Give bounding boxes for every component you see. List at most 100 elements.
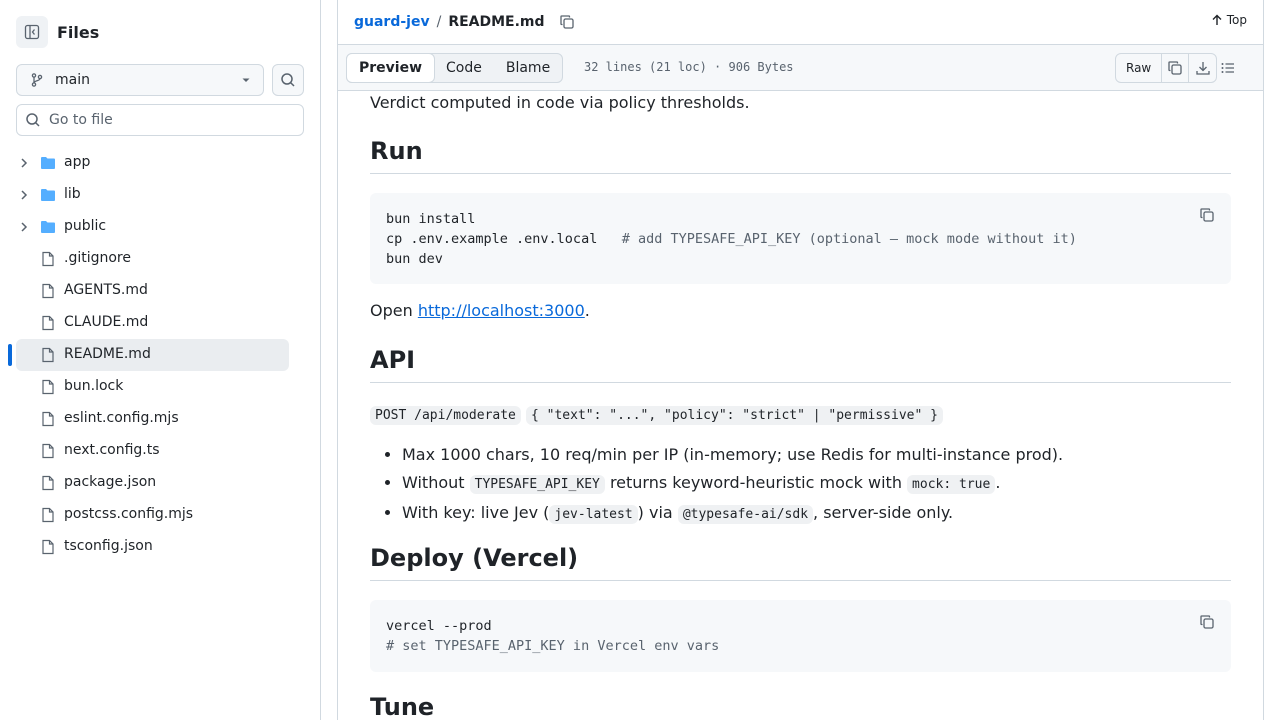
code-line: vercel --prod [386, 618, 492, 634]
heading-deploy: Deploy (Vercel) [370, 544, 1231, 581]
go-to-file-placeholder: Go to file [49, 112, 113, 128]
chevron-right-icon[interactable] [18, 189, 30, 201]
search-icon [26, 113, 40, 127]
copy-code-button[interactable] [1199, 207, 1215, 229]
top-label: Top [1226, 13, 1247, 27]
inline-code: @typesafe-ai/sdk [677, 505, 814, 524]
file-meta: 32 lines (21 loc) · 906 Bytes [584, 60, 794, 74]
file-icon [42, 251, 54, 267]
tab-blame[interactable]: Blame [494, 54, 562, 82]
sidebar-collapse-icon [24, 24, 40, 40]
active-item-indicator [8, 344, 12, 366]
file-header: guard-jev / README.md Top [338, 0, 1263, 44]
search-icon [281, 73, 295, 87]
tree-item-next-config[interactable]: next.config.ts [0, 435, 320, 467]
folder-icon [41, 157, 55, 169]
tree-item-tsconfig[interactable]: tsconfig.json [0, 531, 320, 563]
tab-code[interactable]: Code [434, 54, 494, 82]
heading-tune: Tune [370, 693, 1231, 720]
caret-down-icon [242, 78, 250, 82]
breadcrumb-repo-link[interactable]: guard-jev [354, 14, 430, 30]
tree-item-readme-md[interactable]: README.md [0, 339, 320, 371]
sidebar-title: Files [57, 22, 100, 42]
tree-item-app[interactable]: app [0, 147, 320, 179]
tree-item-label: package.json [64, 474, 157, 490]
branch-name: main [55, 72, 90, 88]
go-to-file-input[interactable]: Go to file [16, 104, 304, 136]
tree-item-label: public [64, 218, 107, 234]
file-icon [42, 347, 54, 363]
text: returns keyword-heuristic mock with [604, 473, 908, 492]
search-files-button[interactable] [272, 64, 304, 96]
download-button[interactable] [1189, 54, 1216, 82]
top-button[interactable]: Top [1211, 13, 1247, 27]
copy-path-button[interactable] [559, 14, 575, 30]
inline-code: mock: true [907, 475, 996, 494]
inline-code: jev-latest [549, 505, 638, 524]
file-toolbar: Preview Code Blame 32 lines (21 loc) · 9… [338, 44, 1263, 91]
chevron-right-icon[interactable] [18, 221, 30, 233]
file-icon [42, 539, 54, 555]
raw-button[interactable]: Raw [1116, 54, 1163, 82]
sidebar-header: Files [16, 16, 99, 48]
file-sidebar: Files main Go to file app lib public .gi… [0, 0, 321, 720]
open-prefix: Open [370, 301, 418, 320]
file-icon [42, 411, 54, 427]
tab-preview[interactable]: Preview [346, 53, 436, 83]
copy-raw-button[interactable] [1162, 54, 1190, 82]
tree-item-claude-md[interactable]: CLAUDE.md [0, 307, 320, 339]
tree-item-package-json[interactable]: package.json [0, 467, 320, 499]
localhost-link[interactable]: http://localhost:3000 [418, 301, 585, 320]
code-block-deploy: vercel --prod # set TYPESAFE_API_KEY in … [370, 600, 1231, 672]
code-line: bun dev [386, 251, 443, 267]
heading-api: API [370, 346, 1231, 383]
active-item-highlight [16, 339, 289, 371]
text: With key: live Jev ( [402, 503, 550, 522]
outline-button[interactable] [1220, 60, 1236, 80]
tree-item-label: eslint.config.mjs [64, 410, 179, 426]
copy-icon [559, 15, 574, 29]
tree-item-postcss-config[interactable]: postcss.config.mjs [0, 499, 320, 531]
copy-icon [1168, 61, 1182, 75]
download-icon [1196, 62, 1210, 75]
code-line: cp .env.example .env.local [386, 231, 622, 247]
code-comment: # add TYPESAFE_API_KEY (optional — mock … [621, 231, 1077, 247]
tree-item-label: postcss.config.mjs [64, 506, 194, 522]
tree-item-label: README.md [64, 346, 151, 362]
inline-code: TYPESAFE_API_KEY [469, 475, 605, 494]
list-unordered-icon [1221, 63, 1234, 73]
tree-item-eslint-config[interactable]: eslint.config.mjs [0, 403, 320, 435]
copy-code-button[interactable] [1199, 614, 1215, 636]
view-mode-tabs: Preview Code Blame [346, 53, 564, 83]
code-line: bun install [386, 211, 476, 227]
tree-item-bun-lock[interactable]: bun.lock [0, 371, 320, 403]
tree-item-label: next.config.ts [64, 442, 160, 458]
breadcrumb-file-name: README.md [448, 14, 545, 30]
tree-item-lib[interactable]: lib [0, 179, 320, 211]
open-paragraph: Open http://localhost:3000. [370, 299, 590, 323]
file-icon [42, 315, 54, 331]
heading-run: Run [370, 137, 1231, 174]
list-item: Max 1000 chars, 10 req/min per IP (in-me… [402, 441, 1063, 469]
tree-item-label: app [64, 154, 91, 170]
tree-item-label: bun.lock [64, 378, 124, 394]
file-icon [42, 475, 54, 491]
text: Without [402, 473, 470, 492]
list-item: With key: live Jev (jev-latest) via @typ… [402, 499, 1063, 529]
branch-selector[interactable]: main [16, 64, 264, 96]
copy-icon [1200, 208, 1214, 222]
inline-code: { "text": "...", "policy": "strict" | "p… [525, 406, 943, 425]
file-icon [42, 507, 54, 523]
tree-item-public[interactable]: public [0, 211, 320, 243]
text: . [995, 473, 1001, 492]
chevron-right-icon[interactable] [18, 157, 30, 169]
tree-item-agents-md[interactable]: AGENTS.md [0, 275, 320, 307]
tree-item-gitignore[interactable]: .gitignore [0, 243, 320, 275]
collapse-sidebar-button[interactable] [16, 16, 48, 48]
code-block-run: bun install cp .env.example .env.local #… [370, 193, 1231, 284]
open-suffix: . [584, 301, 590, 320]
api-notes-list: Max 1000 chars, 10 req/min per IP (in-me… [370, 441, 1063, 529]
inline-code: POST /api/moderate [370, 406, 521, 425]
verdict-paragraph: Verdict computed in code via policy thre… [370, 93, 750, 112]
tree-item-label: AGENTS.md [64, 282, 148, 298]
